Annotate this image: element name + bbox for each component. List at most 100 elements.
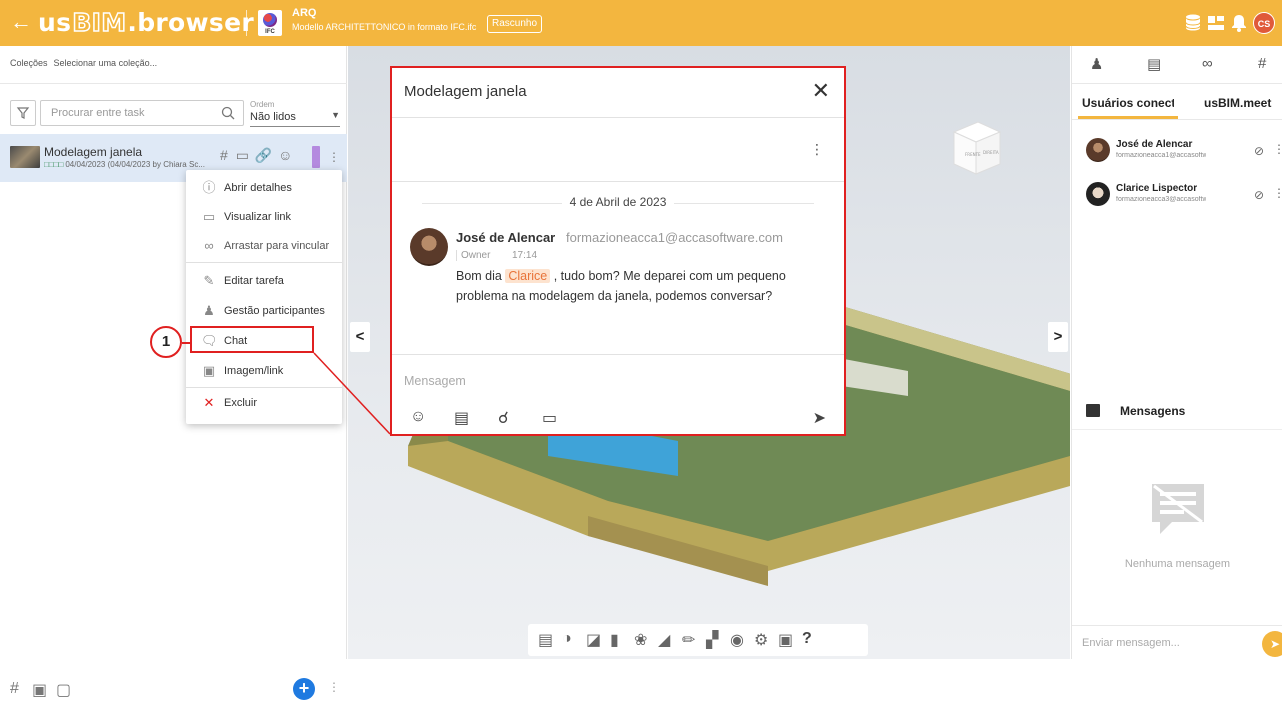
open-external-icon[interactable]: ▢ [56, 680, 71, 700]
hash-tab-icon[interactable]: # [1258, 55, 1266, 72]
messages-header: Mensagens [1072, 398, 1282, 430]
layout-icon[interactable] [1206, 13, 1226, 33]
globe-icon[interactable]: ◉ [730, 630, 744, 650]
collapse-right-button[interactable]: > [1048, 322, 1068, 352]
empty-messages-text: Nenhuma mensagem [1124, 558, 1231, 570]
video-icon[interactable]: ▤ [454, 408, 469, 428]
connected-user[interactable]: José de Alencar formazioneacca1@accasoft… [1072, 134, 1282, 172]
monitor-icon[interactable]: ▭ [236, 147, 249, 163]
menu-item-open-details[interactable]: ⓘ Abrir detalhes [186, 174, 342, 202]
collapse-left-button[interactable]: < [350, 322, 370, 352]
no-messages-icon [1152, 484, 1204, 534]
connected-user[interactable]: Clarice Lispector formazioneacca3@accaso… [1072, 178, 1282, 216]
document-tab-icon[interactable]: ▤ [1147, 55, 1161, 73]
document-icon[interactable]: ◪ [586, 630, 601, 650]
filter-icon [16, 107, 30, 119]
more-icon[interactable]: ⋮ [1273, 186, 1282, 200]
message-icon [1086, 404, 1100, 417]
mention-tag[interactable]: Clarice [505, 269, 551, 283]
app-logo: usBIM.browser [38, 7, 254, 38]
right-tabs: ♟ ▤ ∞ # [1072, 46, 1282, 84]
hash-icon[interactable]: # [10, 680, 19, 698]
emoji-icon[interactable]: ☺ [410, 408, 426, 426]
hash-icon[interactable]: # [220, 147, 228, 163]
settings-icon[interactable]: ⚙ [754, 630, 768, 650]
left-bottom-bar: # ▣ ▢ + ⋮ [0, 672, 347, 705]
screen-share-icon[interactable]: ▭ [542, 408, 557, 428]
fullscreen-icon[interactable]: ▣ [778, 630, 793, 650]
info-icon: ⓘ [202, 180, 216, 195]
camera-icon[interactable]: ▤ [538, 630, 553, 650]
task-context-menu: ⓘ Abrir detalhes ▭ Visualizar link ∞ Arrast… [186, 170, 342, 424]
caret-down-icon: ▼ [331, 110, 340, 120]
svg-text:FRENTE: FRENTE [965, 152, 981, 157]
chat-header: Modelagem janela ✕ [392, 68, 844, 118]
send-message-input[interactable]: Enviar mensagem... [1082, 637, 1180, 649]
ifc-file-icon: IFC [258, 10, 282, 36]
menu-item-edit-task[interactable]: ✎ Editar tarefa [186, 267, 342, 295]
tab-usbim-meet[interactable]: usBIM.meet [1204, 96, 1271, 110]
step-callout: 1 [150, 326, 182, 358]
sender-name: José de Alencar [456, 230, 556, 245]
database-icon[interactable] [1183, 13, 1203, 33]
task-more-icon[interactable]: ⋮ [328, 150, 340, 164]
top-bar: ← usBIM.browser IFC ARQ Modello ARCHITET… [0, 0, 1282, 46]
project-file-name: Modello ARCHITETTONICO in formato IFC.if… [292, 22, 477, 32]
search-icon [221, 106, 235, 120]
chat-title: Modelagem janela [404, 83, 527, 100]
participants-icon[interactable]: ☺ [278, 147, 292, 163]
more-icon[interactable]: ⋮ [328, 680, 340, 694]
draft-badge[interactable]: Rascunho [487, 15, 543, 33]
cube-icon[interactable]: ▮ [610, 630, 619, 650]
filter-button[interactable] [10, 100, 36, 126]
menu-item-participants[interactable]: ♟ Gestão participantes [186, 297, 342, 325]
measure-icon[interactable]: ◢ [658, 630, 670, 650]
chat-highlight-box [190, 326, 314, 353]
section-icon[interactable]: ◑ [562, 630, 572, 648]
active-tab-indicator [1078, 116, 1178, 119]
link-tab-icon[interactable]: ∞ [1202, 55, 1213, 72]
sender-avatar [410, 228, 448, 266]
no-image-icon[interactable]: ▣ [32, 680, 47, 700]
hidden-eye-icon[interactable]: ⊘ [1254, 144, 1264, 158]
menu-item-view-link[interactable]: ▭ Visualizar link [186, 203, 342, 231]
menu-item-delete[interactable]: ✕ Excluir [186, 389, 342, 417]
project-code: ARQ [292, 7, 317, 19]
task-icons: # ▭ 🔗 ☺ [220, 147, 292, 164]
task-title: Modelagem janela [44, 145, 143, 159]
more-icon[interactable]: ⋮ [810, 141, 824, 158]
task-search-input[interactable]: Procurar entre task [40, 100, 244, 126]
avatar [1086, 182, 1110, 206]
send-icon[interactable]: ➤ [813, 408, 826, 428]
hidden-eye-icon[interactable]: ⊘ [1254, 188, 1264, 202]
edit-icon: ✎ [203, 273, 215, 288]
add-task-button[interactable]: + [293, 678, 315, 700]
mention-icon[interactable]: ☌ [498, 408, 509, 428]
user-avatar[interactable]: CS [1253, 12, 1275, 34]
bell-icon[interactable] [1229, 13, 1249, 33]
sort-order-select[interactable]: Ordem Não lidos ▼ [250, 100, 340, 127]
annotation-icon[interactable]: ▞ [706, 630, 718, 650]
users-tab-icon[interactable]: ♟ [1090, 55, 1103, 73]
close-icon: ✕ [203, 395, 215, 410]
more-icon[interactable]: ⋮ [1273, 142, 1282, 156]
pencil-icon[interactable]: ✏ [682, 630, 695, 650]
send-button[interactable]: ➤ [1262, 631, 1282, 657]
tab-connected-users[interactable]: Usuários conectados [1082, 96, 1174, 110]
menu-item-image-link[interactable]: ▣ Imagem/link [186, 357, 342, 385]
menu-item-drag-to-link[interactable]: ∞ Arrastar para vincular [186, 232, 342, 260]
avatar [1086, 138, 1110, 162]
message-time: 17:14 [512, 250, 538, 261]
link-icon[interactable]: 🔗 [255, 147, 272, 163]
chat-dialog: Modelagem janela ✕ ⋮ 4 de Abril de 2023 … [390, 66, 846, 436]
explode-icon[interactable]: ❀ [634, 630, 647, 650]
monitor-icon: ▭ [202, 209, 216, 224]
help-icon[interactable]: ? [802, 630, 812, 648]
chat-date-separator: 4 de Abril de 2023 [392, 195, 844, 209]
collection-selector[interactable]: Coleções Selecionar uma coleção... [10, 58, 157, 68]
close-icon[interactable]: ✕ [812, 78, 830, 104]
view-cube[interactable]: FRENTE DIREITA [948, 120, 1004, 176]
back-arrow-icon[interactable]: ← [10, 10, 32, 34]
message-input[interactable]: Mensagem [404, 374, 466, 388]
image-link-icon: ▣ [202, 363, 216, 378]
